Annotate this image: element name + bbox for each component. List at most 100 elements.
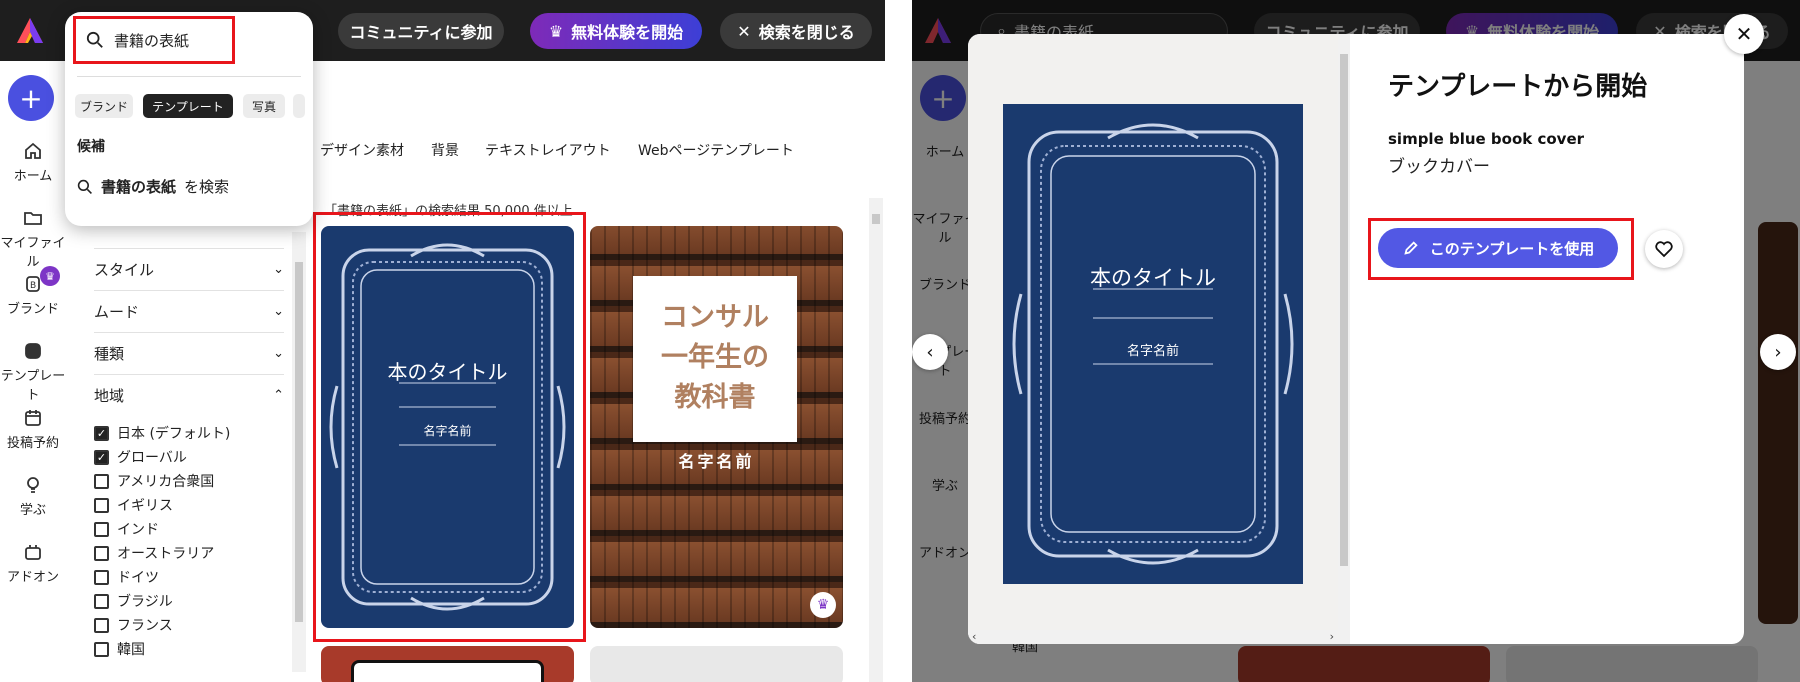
left-rail: + ホーム マイファイル B ♛ ブランド テンプレート 投稿予約 学ぶ アドオ…	[0, 61, 66, 682]
chip-partial[interactable]	[293, 94, 305, 118]
chevron-right-icon: ›	[1774, 341, 1782, 363]
crown-icon: ♛	[548, 21, 564, 41]
rail-item-addons[interactable]: アドオン	[0, 542, 66, 585]
search-input[interactable]: 書籍の表紙	[73, 16, 235, 64]
checkbox-icon[interactable]	[94, 569, 109, 585]
category-backgrounds[interactable]: 背景	[431, 140, 459, 160]
chip-templates[interactable]: テンプレート	[143, 94, 233, 118]
results-scrollbar[interactable]	[869, 198, 883, 682]
result-card-partial-1[interactable]	[321, 646, 574, 682]
preview-h-scrollbar[interactable]: ‹ ›	[968, 630, 1338, 644]
region-option[interactable]: ✓ 日本 (デフォルト)	[94, 423, 230, 443]
checkbox-icon[interactable]	[94, 521, 109, 537]
start-trial-button[interactable]: ♛ 無料体験を開始	[530, 13, 702, 49]
checkbox-icon[interactable]	[94, 473, 109, 489]
region-option-label: 韓国	[117, 642, 145, 658]
favorite-button[interactable]	[1645, 230, 1683, 268]
checkbox-checked-icon[interactable]: ✓	[94, 449, 109, 465]
rail-item-home[interactable]: ホーム	[0, 141, 66, 184]
card-books-line1: コンサル	[661, 302, 769, 333]
rail-label-home: ホーム	[13, 169, 53, 184]
category-design-assets[interactable]: デザイン素材	[320, 140, 404, 160]
checkbox-icon[interactable]	[94, 641, 109, 657]
chip-photos[interactable]: 写真	[243, 94, 285, 118]
region-option-label: インド	[117, 522, 159, 538]
region-option-label: ドイツ	[117, 570, 159, 586]
region-option[interactable]: 韓国	[94, 639, 145, 659]
join-community-label: コミュニティに参加	[349, 23, 493, 42]
suggestions-heading: 候補	[77, 139, 105, 155]
result-card-bookshelf[interactable]: コンサル 一年生の 教科書 名字名前 ♛	[590, 226, 843, 628]
addons-icon	[25, 545, 41, 560]
checkbox-checked-icon[interactable]: ✓	[94, 425, 109, 441]
result-card-partial-2[interactable]	[590, 646, 843, 682]
chip-brand[interactable]: ブランド	[75, 94, 133, 118]
region-option[interactable]: ドイツ	[94, 567, 159, 587]
suggestion-suffix: を検索	[184, 178, 230, 196]
rail-label-schedule: 投稿予約	[6, 436, 59, 451]
filter-mood[interactable]: ムード ⌄	[94, 290, 284, 332]
premium-crown-icon: ♛	[810, 592, 836, 618]
region-option-label: フランス	[117, 618, 173, 634]
search-dropdown: 書籍の表紙 ブランド テンプレート 写真 候補 書籍の表紙 を検索	[65, 12, 313, 226]
right-screenshot: ⌕ 書籍の表紙 コミュニティに参加 ♛ 無料体験を開始 ✕ 検索を閉じる + ホ…	[912, 0, 1800, 682]
lightbulb-icon	[27, 477, 39, 493]
preview-cover-title: 本のタイトル	[1090, 266, 1216, 290]
filter-style[interactable]: スタイル ⌄	[94, 248, 284, 290]
rail-item-brand[interactable]: B ♛ ブランド	[0, 266, 66, 317]
rail-item-schedule[interactable]: 投稿予約	[0, 408, 66, 451]
modal-close-button[interactable]: ✕	[1724, 14, 1764, 54]
region-option[interactable]: アメリカ合衆国	[94, 471, 214, 491]
region-option[interactable]: イギリス	[94, 495, 173, 515]
preview-v-scrollbar-thumb[interactable]	[1340, 54, 1348, 566]
region-option[interactable]: オーストラリア	[94, 543, 214, 563]
rail-item-learn[interactable]: 学ぶ	[0, 475, 66, 518]
left-screenshot: コミュニティに参加 ♛ 無料体験を開始 ✕ 検索を閉じる + ホーム マイファイ…	[0, 0, 885, 682]
filter-type-label: 種類	[94, 345, 125, 363]
checkbox-icon[interactable]	[94, 497, 109, 513]
join-community-button[interactable]: コミュニティに参加	[338, 13, 504, 49]
close-search-button[interactable]: ✕ 検索を閉じる	[720, 13, 872, 49]
checkbox-icon[interactable]	[94, 617, 109, 633]
scroll-right-icon[interactable]: ›	[1330, 630, 1334, 643]
region-option[interactable]: インド	[94, 519, 159, 539]
filter-scrollbar-thumb[interactable]	[295, 262, 303, 622]
filter-style-label: スタイル	[94, 261, 155, 279]
region-option-label: イギリス	[117, 498, 173, 514]
frame-graphic	[351, 660, 544, 682]
previous-template-button[interactable]: ‹	[912, 334, 948, 370]
close-search-label: 検索を閉じる	[758, 23, 855, 42]
category-web-page-templates[interactable]: Webページテンプレート	[638, 140, 794, 160]
suggestion-item[interactable]: 書籍の表紙 を検索	[77, 176, 229, 197]
svg-text:B: B	[30, 281, 36, 291]
home-icon	[25, 142, 41, 159]
rail-item-templates[interactable]: テンプレート	[0, 341, 66, 403]
chevron-left-icon: ‹	[926, 341, 934, 363]
filter-region[interactable]: 地域 ⌃	[94, 374, 284, 416]
region-option[interactable]: フランス	[94, 615, 173, 635]
card-books-line2: 一年生の	[661, 342, 769, 373]
heart-icon	[1655, 241, 1673, 258]
modal-title: テンプレートから開始	[1388, 72, 1648, 102]
rail-item-files[interactable]: マイファイル	[0, 208, 66, 270]
chevron-down-icon: ⌄	[273, 304, 284, 319]
filter-scrollbar[interactable]	[292, 232, 306, 672]
template-modal: 本のタイトル 名字名前 ‹ › テンプレートから開始 simple blue b…	[968, 34, 1744, 644]
next-template-button[interactable]: ›	[1760, 334, 1796, 370]
region-option[interactable]: ブラジル	[94, 591, 173, 611]
scroll-left-icon[interactable]: ‹	[972, 630, 976, 643]
category-text-layouts[interactable]: テキストレイアウト	[485, 140, 611, 160]
preview-v-scrollbar[interactable]	[1338, 34, 1350, 644]
filter-type[interactable]: 種類 ⌄	[94, 332, 284, 374]
preview-cover-author: 名字名前	[1126, 344, 1179, 359]
checkbox-icon[interactable]	[94, 593, 109, 609]
region-option[interactable]: ✓ グローバル	[94, 447, 187, 467]
results-scrollbar-thumb[interactable]	[872, 214, 880, 224]
chevron-up-icon: ⌃	[273, 388, 284, 403]
create-new-button[interactable]: +	[8, 75, 54, 121]
search-icon	[86, 31, 103, 48]
highlight-use-button	[1368, 218, 1634, 280]
checkbox-icon[interactable]	[94, 545, 109, 561]
template-type: ブックカバー	[1388, 157, 1490, 177]
adobe-express-logo-icon[interactable]	[14, 15, 46, 47]
